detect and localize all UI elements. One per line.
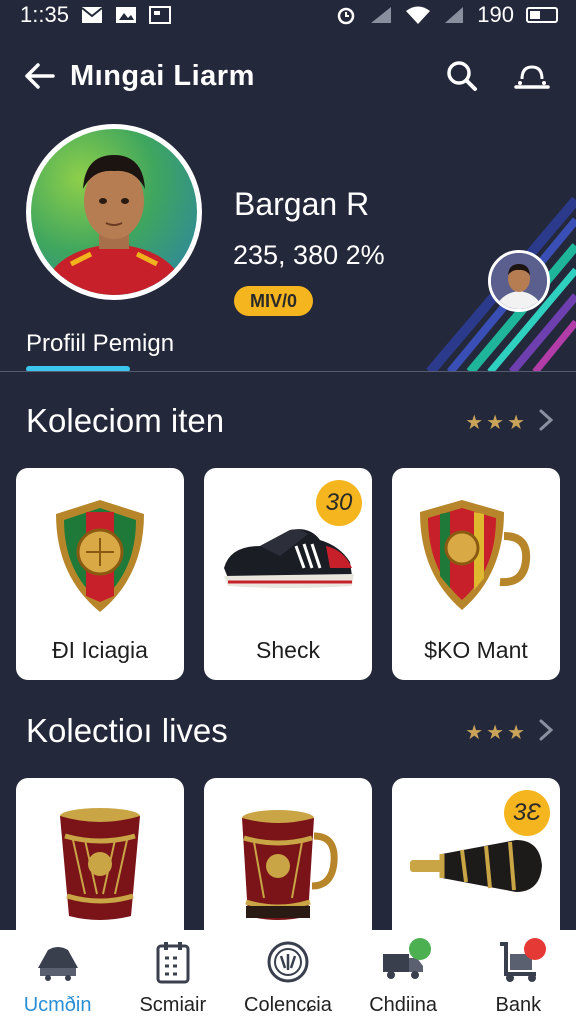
collection-card[interactable]: $KO Mant	[392, 468, 560, 680]
price-badge: 30	[316, 480, 362, 526]
battery-icon	[526, 7, 558, 23]
mail-icon	[81, 6, 103, 24]
profile-name: Bargan R	[234, 186, 370, 222]
player-mini-portrait-icon	[491, 253, 547, 309]
back-button[interactable]	[20, 56, 60, 96]
back-arrow-icon	[25, 63, 55, 89]
photo-icon	[115, 6, 137, 24]
cart-icon	[34, 938, 82, 986]
signal-icon-2	[443, 5, 465, 25]
status-time: 1::35	[20, 2, 69, 27]
battery-level: 190	[477, 2, 514, 27]
nav-label: Colencɕia	[244, 994, 332, 1016]
nav-item-delivery[interactable]: Chdiina	[346, 938, 461, 1017]
tab-profile[interactable]: Profiil Pemign	[26, 330, 174, 358]
drum-cup-icon	[16, 796, 184, 936]
nav-label: Chdiina	[369, 994, 438, 1016]
calendar-icon	[149, 938, 197, 986]
card-label: ÐI Iciagia	[52, 637, 148, 663]
collection-card[interactable]: 30 Sheck	[204, 468, 372, 680]
rank-badge: MIV/0	[234, 286, 314, 316]
section-title-collection-lives: Kolectioı lives	[26, 712, 228, 749]
section-more-button[interactable]	[534, 715, 558, 745]
profile-menu-button[interactable]	[512, 56, 552, 96]
bottom-nav: Ucmðin Scmiair Colencɕia Chdiina Bank	[0, 930, 576, 1024]
nav-item-bank[interactable]: Bank	[461, 938, 576, 1017]
avatar[interactable]	[26, 124, 202, 300]
chevron-right-icon	[539, 719, 553, 741]
section-rating: ★★★	[465, 722, 528, 744]
horn-icon	[392, 796, 560, 936]
badge-icon	[264, 938, 312, 986]
notification-icon	[148, 6, 171, 24]
shield-icon	[16, 486, 184, 626]
cloud-person-icon	[514, 65, 550, 89]
card-label: $KO Mant	[424, 637, 528, 663]
player-portrait-icon	[41, 155, 187, 295]
status-dot-red	[523, 938, 546, 960]
section-rating: ★★★	[465, 412, 528, 434]
profile-header: Bargan R 235, 380 2% MIV/0 Profiil Pemig…	[0, 110, 576, 372]
section-title-collection-items: Koleciom iten	[26, 402, 225, 439]
divider	[0, 371, 576, 372]
mini-avatar[interactable]	[488, 250, 550, 312]
status-bar: 1::35 190	[0, 0, 576, 30]
signal-icon	[369, 5, 393, 25]
page-title: Mıngai Liarm	[70, 59, 255, 92]
wifi-icon	[405, 5, 431, 25]
search-icon	[447, 61, 477, 91]
alarm-icon	[335, 4, 357, 26]
search-button[interactable]	[442, 56, 482, 96]
nav-label: Ucmðin	[23, 994, 92, 1016]
collection-card[interactable]	[204, 778, 372, 938]
nav-label: Scmiair	[139, 994, 207, 1016]
nav-label: Bank	[495, 994, 542, 1016]
app-bar: Mıngai Liarm	[0, 50, 576, 102]
collection-card[interactable]: 3Ɛ	[392, 778, 560, 938]
nav-item-home[interactable]: Ucmðin	[0, 938, 115, 1017]
status-dot-green	[408, 938, 431, 960]
section-more-button[interactable]	[534, 405, 558, 435]
collection-card[interactable]	[16, 778, 184, 938]
nav-item-schedule[interactable]: Scmiair	[115, 938, 230, 1017]
nav-item-collection[interactable]: Colencɕia	[230, 938, 345, 1017]
shield-mug-icon	[392, 486, 560, 626]
card-label: Sheck	[256, 637, 320, 663]
chevron-right-icon	[539, 409, 553, 431]
profile-stat: 235, 380 2%	[233, 240, 385, 270]
collection-card[interactable]: ÐI Iciagia	[16, 468, 184, 680]
drum-mug-icon	[204, 796, 372, 936]
